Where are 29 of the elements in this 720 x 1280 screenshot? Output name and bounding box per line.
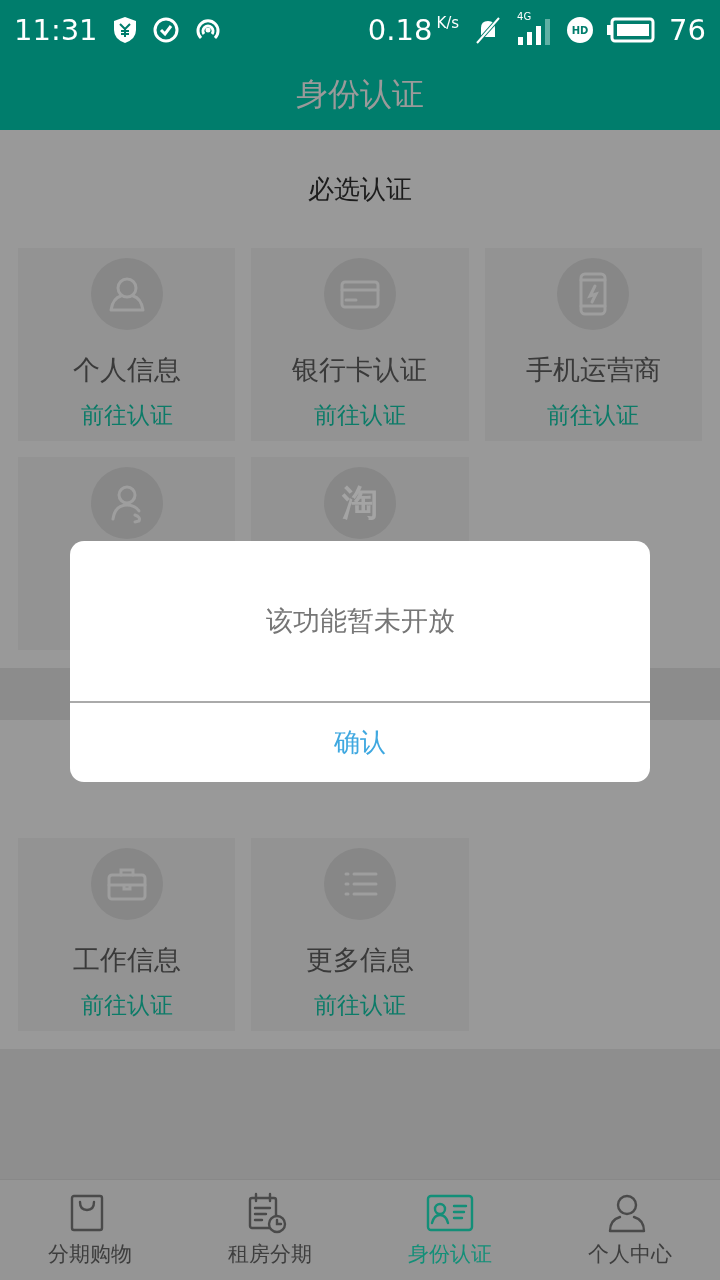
confirm-button[interactable]: 确认 bbox=[70, 703, 650, 782]
nav-tab[interactable]: 个人中心 bbox=[540, 1180, 720, 1280]
dialog-message: 该功能暂未开放 bbox=[265, 604, 455, 638]
section-title: 必选认证 bbox=[308, 172, 412, 206]
nav-tab[interactable]: 租房分期 bbox=[180, 1180, 360, 1280]
contact-icon bbox=[90, 467, 163, 539]
battery-icon bbox=[607, 17, 656, 43]
clock-time: 11:31 bbox=[14, 13, 98, 47]
idcard-icon bbox=[426, 1192, 474, 1234]
battery-level: 76 bbox=[669, 13, 706, 47]
hd-voice-icon: HD bbox=[567, 17, 594, 43]
card-title: 个人信息 bbox=[72, 353, 181, 387]
verification-card[interactable]: 手机运营商 前往认证 bbox=[484, 248, 702, 441]
card-title: 手机运营商 bbox=[525, 353, 661, 387]
check-circle-icon bbox=[151, 16, 180, 44]
card-title: 工作信息 bbox=[72, 943, 181, 977]
verification-card[interactable]: 工作信息 前往认证 bbox=[18, 838, 236, 1031]
nav-tab[interactable]: 分期购物 bbox=[0, 1180, 180, 1280]
network-type: 4G bbox=[517, 11, 532, 22]
card-title: 更多信息 bbox=[306, 943, 414, 977]
network-speed: 0.18 bbox=[367, 13, 433, 47]
page-title: 身份认证 bbox=[296, 74, 424, 115]
shield-icon bbox=[111, 15, 138, 45]
verification-card[interactable]: 个人信息 前往认证 bbox=[18, 248, 236, 441]
person-icon bbox=[90, 258, 163, 330]
speed-unit: K/s bbox=[436, 14, 460, 32]
verification-card[interactable]: 银行卡认证 前往认证 bbox=[251, 248, 469, 441]
card-title: 银行卡认证 bbox=[292, 353, 428, 387]
verification-card[interactable]: 更多信息 前往认证 bbox=[251, 838, 469, 1031]
